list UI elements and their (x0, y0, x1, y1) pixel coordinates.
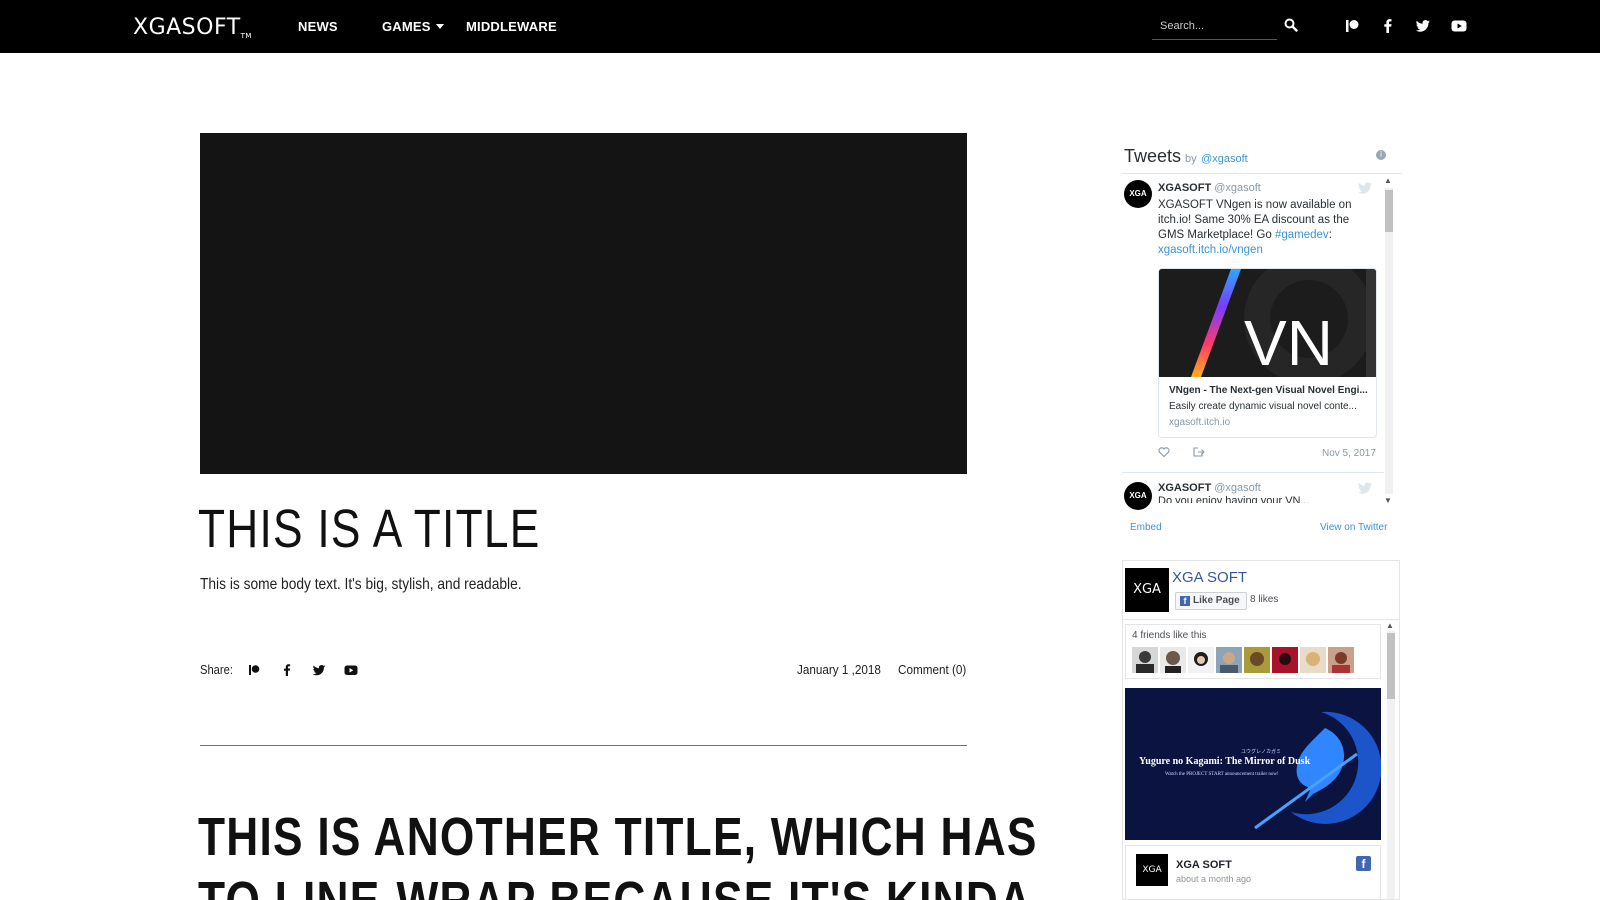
info-icon[interactable]: i (1376, 150, 1386, 160)
share-patreon-icon[interactable] (246, 662, 262, 678)
post-page-logo[interactable]: XGA (1136, 854, 1168, 886)
post-body-text: This is some body text. It's big, stylis… (200, 576, 522, 593)
friend-avatar[interactable] (1328, 647, 1354, 673)
divider (1122, 472, 1384, 473)
facebook-icon[interactable]: f (1356, 856, 1371, 871)
patreon-icon[interactable] (1343, 17, 1361, 35)
facebook-post: XGA XGA SOFT about a month ago f (1125, 845, 1381, 899)
friend-avatar[interactable] (1132, 647, 1158, 673)
page-name-link[interactable]: XGA SOFT (1172, 569, 1247, 586)
share-facebook-icon[interactable] (279, 662, 295, 678)
tweet-author[interactable]: XGASOFT @xgasoft (1158, 482, 1261, 494)
post-title-2[interactable]: THIS IS ANOTHER TITLE, WHICH HASTO LINE-… (198, 805, 1038, 900)
embed-link[interactable]: Embed (1130, 522, 1162, 533)
post-page-name[interactable]: XGA SOFT (1176, 859, 1232, 871)
twitter-icon[interactable] (1414, 17, 1432, 35)
search-icon[interactable] (1284, 18, 1298, 32)
tweet-author[interactable]: XGASOFT @xgasoft (1158, 182, 1261, 194)
divider (1123, 619, 1399, 620)
scroll-up-icon[interactable]: ▲ (1384, 176, 1392, 185)
post-divider (200, 745, 967, 746)
share-twitter-icon[interactable] (311, 662, 327, 678)
twitter-bird-icon[interactable] (1358, 482, 1372, 494)
post-image-caption: Yugure no Kagami: The Mirror of Dusk (1139, 756, 1311, 767)
hashtag-link[interactable]: #gamedev (1275, 229, 1329, 241)
friend-avatar[interactable] (1216, 647, 1242, 673)
facebook-scrollbar[interactable]: ▲ (1385, 621, 1397, 899)
post-time[interactable]: about a month ago (1176, 874, 1251, 884)
share-youtube-icon[interactable] (343, 662, 359, 678)
friend-avatar[interactable] (1188, 647, 1214, 673)
tweet-date[interactable]: Nov 5, 2017 (1322, 448, 1376, 459)
like-count: 8 likes (1250, 594, 1279, 605)
post-comments-link[interactable]: Comment (0) (898, 662, 966, 677)
tweet-text: Do you enjoy having your VN... (1158, 495, 1310, 503)
twitter-widget-header: Tweets by @xgasoft (1124, 146, 1248, 166)
friend-avatar[interactable] (1160, 647, 1186, 673)
tweet-link[interactable]: xgasoft.itch.io/vngen (1158, 244, 1263, 256)
youtube-icon[interactable] (1450, 17, 1468, 35)
avatar[interactable]: XGA (1124, 482, 1152, 510)
twitter-timeline-widget: Tweets by @xgasoft i ▲ ▼ XGA XGASOFT @xga… (1122, 140, 1402, 550)
facebook-icon: f (1180, 596, 1190, 606)
twitter-scrollbar[interactable]: ▲ ▼ (1384, 176, 1394, 506)
nav-news[interactable]: NEWS (298, 19, 338, 34)
heart-icon[interactable] (1158, 446, 1170, 458)
friend-avatar[interactable] (1300, 647, 1326, 673)
twitter-bird-icon[interactable] (1358, 182, 1372, 194)
nav-middleware[interactable]: MIDDLEWARE (466, 19, 557, 34)
facebook-page-widget: XGA XGA SOFT f Like Page 8 likes ▲ 4 frie… (1122, 560, 1400, 900)
chevron-down-icon (435, 24, 444, 29)
card-title: VNgen - The Next-gen Visual Novel Engi..… (1169, 385, 1368, 396)
scroll-up-icon[interactable]: ▲ (1386, 621, 1394, 630)
card-description: Easily create dynamic visual novel conte… (1169, 401, 1357, 412)
friend-avatar[interactable] (1244, 647, 1270, 673)
post-date: January 1 ,2018 (797, 662, 881, 677)
card-image: VN (1159, 269, 1376, 377)
friends-label: 4 friends like this (1132, 630, 1207, 641)
divider (1122, 173, 1402, 174)
facebook-icon[interactable] (1379, 17, 1397, 35)
like-page-button[interactable]: f Like Page (1175, 592, 1247, 610)
share-label: Share: (200, 662, 233, 677)
post-image-subcaption: Watch the PROJECT START announcement tra… (1165, 772, 1279, 777)
share-icon[interactable] (1192, 446, 1205, 458)
search-input[interactable] (1152, 14, 1277, 38)
scroll-down-icon[interactable]: ▼ (1384, 496, 1392, 505)
view-on-twitter-link[interactable]: View on Twitter (1320, 522, 1387, 533)
page-logo[interactable]: XGA (1125, 568, 1169, 612)
search-box (1152, 14, 1277, 40)
tweet-text: XGASOFT VNgen is now available on itch.i… (1158, 199, 1352, 256)
post-hero-image[interactable] (200, 133, 967, 474)
tweet-link-card[interactable]: VN VNgen - The Next-gen Visual Novel Eng… (1158, 268, 1377, 438)
friend-avatar[interactable] (1272, 647, 1298, 673)
top-navbar: XGASOFTTM NEWS GAMES MIDDLEWARE (0, 0, 1600, 53)
avatar[interactable]: XGA (1124, 180, 1152, 208)
post-title[interactable]: THIS IS A TITLE (198, 498, 540, 560)
twitter-handle-link[interactable]: @xgasoft (1201, 153, 1248, 165)
friends-box: 4 friends like this (1125, 624, 1381, 679)
card-url: xgasoft.itch.io (1169, 417, 1231, 428)
svg-text:VN: VN (1244, 307, 1333, 377)
nav-games[interactable]: GAMES (382, 19, 444, 34)
site-logo[interactable]: XGASOFTTM (133, 15, 252, 40)
post-image[interactable]: ユウグレノカガミ Yugure no Kagami: The Mirror of… (1125, 688, 1381, 840)
